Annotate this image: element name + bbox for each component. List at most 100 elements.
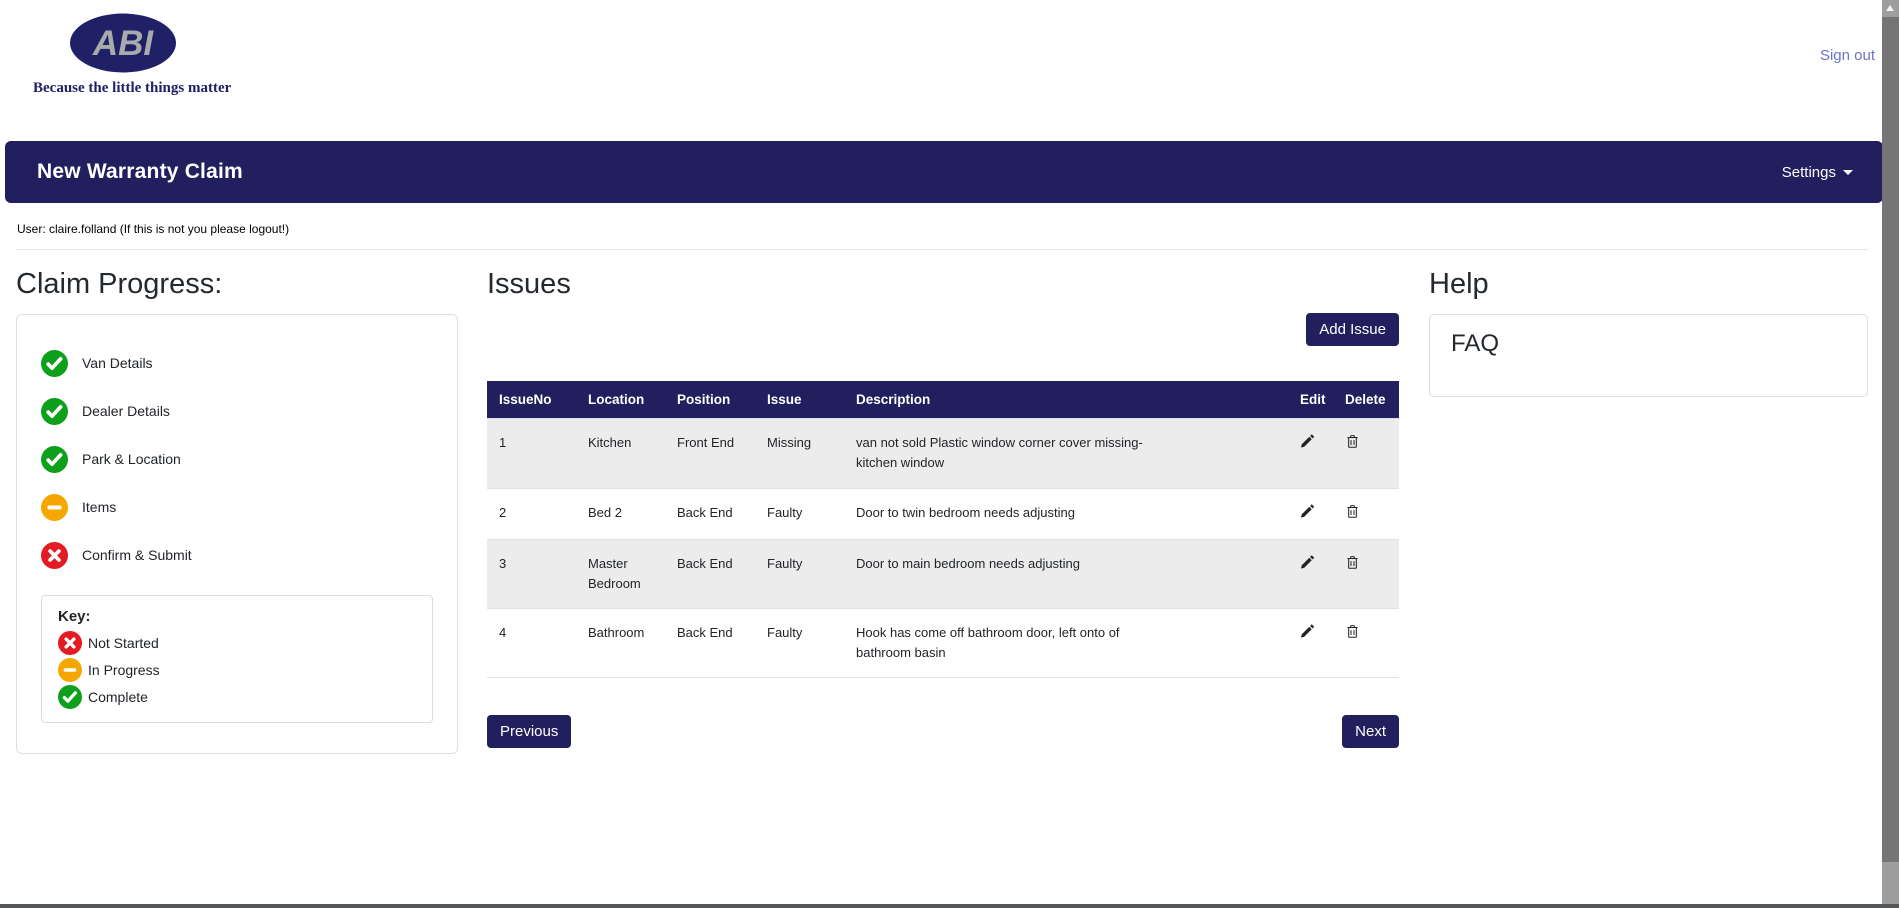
progress-item-label: Items [82,499,116,515]
cell-description: Hook has come off bathroom door, left on… [844,609,1288,678]
cell-issue: Faulty [755,539,844,608]
logo-text: ABI [92,24,155,63]
delete-issue-button[interactable] [1345,503,1360,519]
key-item-in-progress: In Progress [58,656,416,683]
description-text: Door to twin bedroom needs adjusting [856,503,1176,523]
pencil-icon [1300,554,1315,570]
cell-position: Front End [665,419,755,488]
cell-location: Kitchen [576,419,665,488]
x-circle-icon [41,542,68,569]
page-title: New Warranty Claim [37,160,243,184]
key-item-complete: Complete [58,683,416,710]
check-circle-icon [41,446,68,473]
progress-key: Key: Not Started In Progress [41,595,433,723]
key-item-label: In Progress [88,662,160,678]
cell-position: Back End [665,488,755,539]
scroll-up-arrow-icon[interactable] [1886,5,1894,11]
cell-issue: Missing [755,419,844,488]
previous-button[interactable]: Previous [487,715,571,748]
delete-issue-button[interactable] [1345,554,1360,570]
user-status-text: User: claire.folland (If this is not you… [17,222,289,236]
scrollbar-thumb[interactable] [1882,17,1899,862]
issues-section: Issues Add Issue IssueNo Location Positi… [487,268,1399,748]
col-header-edit: Edit [1288,381,1333,419]
cell-issueno: 3 [487,539,576,608]
app-header: ABI Because the little things matter Sig… [0,0,1899,117]
pagination-row: Previous Next [487,715,1399,748]
cell-delete [1333,609,1399,678]
key-item-label: Complete [88,689,148,705]
cell-description: Door to main bedroom needs adjusting [844,539,1288,608]
table-row: 1 Kitchen Front End Missing van not sold… [487,419,1399,488]
cell-description: Door to twin bedroom needs adjusting [844,488,1288,539]
caret-down-icon [1843,170,1853,175]
faq-link[interactable]: FAQ [1451,330,1867,358]
cell-position: Back End [665,609,755,678]
table-row: 4 Bathroom Back End Faulty Hook has come… [487,609,1399,678]
cell-location: Bathroom [576,609,665,678]
check-circle-icon [41,350,68,377]
cell-edit [1288,419,1333,488]
add-issue-button[interactable]: Add Issue [1306,313,1399,346]
cell-delete [1333,539,1399,608]
cell-location: Bed 2 [576,488,665,539]
claim-progress-card: Van Details Dealer Details Park & Locati… [16,314,458,754]
col-header-position: Position [665,381,755,419]
edit-issue-button[interactable] [1300,433,1315,449]
progress-item-label: Park & Location [82,451,181,467]
cell-issueno: 4 [487,609,576,678]
next-button[interactable]: Next [1342,715,1399,748]
progress-item-van-details[interactable]: Van Details [41,339,433,387]
pencil-icon [1300,623,1315,639]
issues-heading: Issues [487,268,1399,301]
abi-logo-icon: ABI [68,12,178,74]
cell-issue: Faulty [755,609,844,678]
add-issue-row: Add Issue [487,313,1399,346]
cell-edit [1288,488,1333,539]
trash-icon [1345,554,1360,570]
settings-label: Settings [1782,164,1836,181]
title-bar: New Warranty Claim Settings [5,141,1883,203]
progress-item-items[interactable]: Items [41,483,433,531]
cell-position: Back End [665,539,755,608]
abi-logo: ABI Because the little things matter [33,12,223,97]
sign-out-link[interactable]: Sign out [1820,47,1875,64]
cell-issue: Faulty [755,488,844,539]
cell-description: van not sold Plastic window corner cover… [844,419,1288,488]
key-item-not-started: Not Started [58,629,416,656]
issues-table: IssueNo Location Position Issue Descript… [487,381,1399,678]
help-heading: Help [1429,268,1868,301]
delete-issue-button[interactable] [1345,623,1360,639]
progress-item-park-location[interactable]: Park & Location [41,435,433,483]
progress-item-dealer-details[interactable]: Dealer Details [41,387,433,435]
description-text: van not sold Plastic window corner cover… [856,433,1176,473]
col-header-location: Location [576,381,665,419]
col-header-issue: Issue [755,381,844,419]
faq-card: FAQ [1429,314,1868,397]
vertical-scrollbar[interactable] [1882,0,1899,904]
edit-issue-button[interactable] [1300,623,1315,639]
pencil-icon [1300,503,1315,519]
settings-dropdown[interactable]: Settings [1782,164,1853,181]
window-bottom-edge [0,904,1899,908]
progress-item-confirm-submit[interactable]: Confirm & Submit [41,531,433,579]
trash-icon [1345,433,1360,449]
table-row: 3 Master Bedroom Back End Faulty Door to… [487,539,1399,608]
edit-issue-button[interactable] [1300,554,1315,570]
cell-issueno: 1 [487,419,576,488]
progress-item-label: Van Details [82,355,153,371]
key-heading: Key: [58,608,416,625]
check-circle-icon [58,685,82,709]
edit-issue-button[interactable] [1300,503,1315,519]
col-header-delete: Delete [1333,381,1399,419]
cell-edit [1288,609,1333,678]
trash-icon [1345,503,1360,519]
table-row: 2 Bed 2 Back End Faulty Door to twin bed… [487,488,1399,539]
table-header-row: IssueNo Location Position Issue Descript… [487,381,1399,419]
cell-issueno: 2 [487,488,576,539]
minus-circle-icon [41,494,68,521]
check-circle-icon [41,398,68,425]
col-header-description: Description [844,381,1288,419]
help-section: Help FAQ [1429,268,1868,397]
delete-issue-button[interactable] [1345,433,1360,449]
